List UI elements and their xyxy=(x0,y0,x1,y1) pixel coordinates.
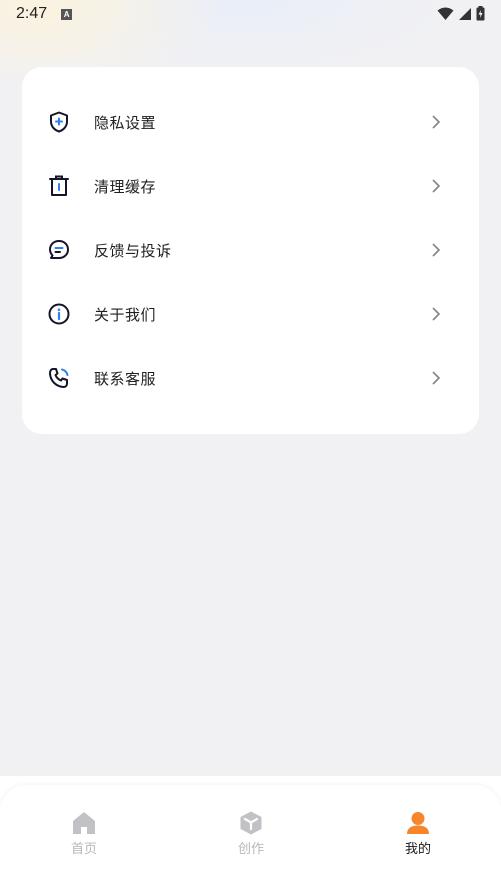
tab-mine-label: 我的 xyxy=(404,842,431,857)
user-icon xyxy=(407,812,429,834)
tab-create-label: 创作 xyxy=(237,842,264,857)
signal-icon xyxy=(459,7,471,20)
trash-icon xyxy=(49,175,69,196)
wifi-icon xyxy=(437,7,454,20)
menu-item-clear-cache[interactable]: 清理缓存 xyxy=(22,154,479,218)
menu-item-label: 隐私设置 xyxy=(94,113,157,132)
cube-icon xyxy=(240,811,262,835)
chevron-right-icon xyxy=(432,371,440,385)
menu-item-feedback[interactable]: 反馈与投诉 xyxy=(22,218,479,282)
status-time: 2:47 xyxy=(16,5,48,22)
battery-icon xyxy=(476,6,485,21)
menu-item-privacy[interactable]: 隐私设置 xyxy=(22,90,479,154)
menu-item-label: 清理缓存 xyxy=(94,177,157,196)
settings-card: 隐私设置 清理缓存 反馈与投诉 关于我们 联系客服 xyxy=(22,67,479,434)
phone-icon xyxy=(49,368,69,388)
tab-create[interactable]: 创作 xyxy=(211,810,291,862)
chevron-right-icon xyxy=(432,243,440,257)
chevron-right-icon xyxy=(432,115,440,129)
status-icons xyxy=(437,6,485,21)
menu-item-label: 联系客服 xyxy=(94,369,157,388)
chevron-right-icon xyxy=(432,307,440,321)
status-bar: 2:47 A xyxy=(0,0,501,28)
menu-item-label: 反馈与投诉 xyxy=(94,241,172,260)
info-icon xyxy=(48,303,70,325)
tab-home-label: 首页 xyxy=(70,842,97,857)
menu-item-about[interactable]: 关于我们 xyxy=(22,282,479,346)
menu-item-label: 关于我们 xyxy=(94,305,157,324)
tab-mine[interactable]: 我的 xyxy=(378,810,458,862)
home-icon xyxy=(73,812,95,834)
menu-item-contact-service[interactable]: 联系客服 xyxy=(22,346,479,410)
chat-bubble-icon xyxy=(49,240,69,259)
shield-icon xyxy=(50,111,68,133)
tab-home[interactable]: 首页 xyxy=(44,810,124,862)
chevron-right-icon xyxy=(432,179,440,193)
notification-a-icon: A xyxy=(61,8,73,20)
